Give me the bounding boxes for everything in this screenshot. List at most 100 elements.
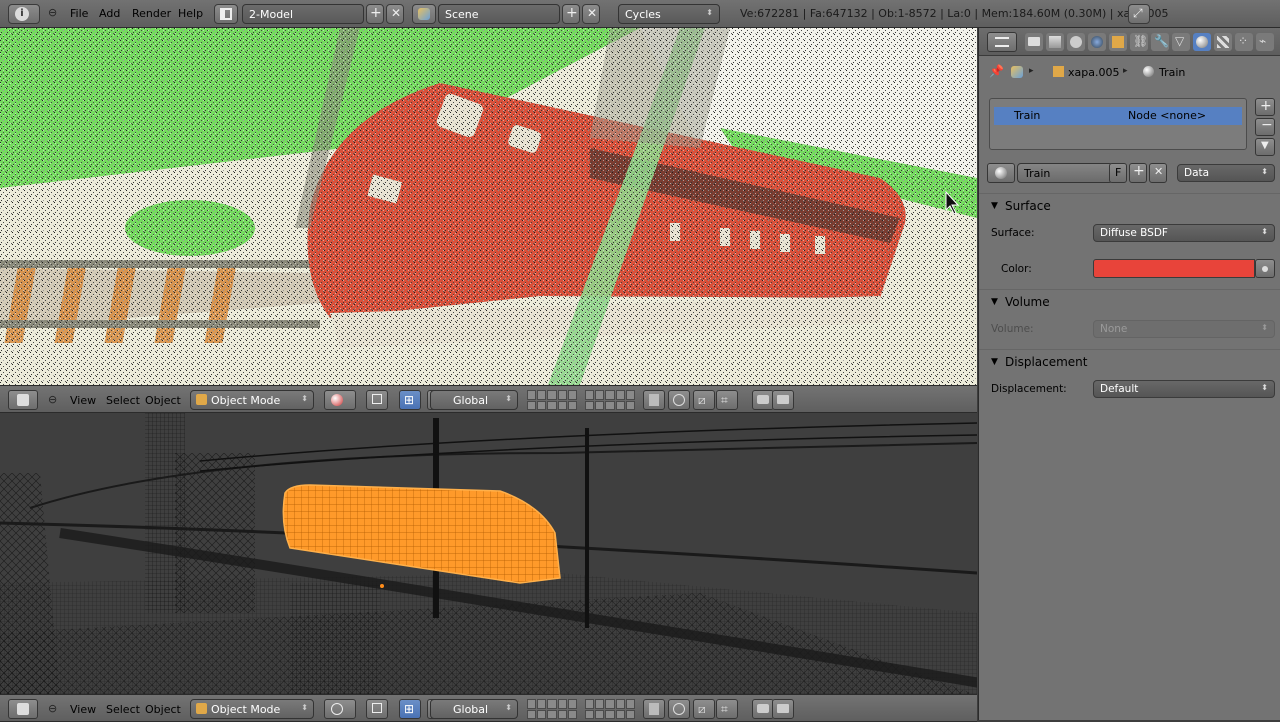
tab-data[interactable]: ▽ <box>1172 33 1190 51</box>
screen-layout-icon-button[interactable] <box>214 4 238 24</box>
proportional-edit-button[interactable] <box>668 699 690 719</box>
menu-help[interactable]: Help <box>178 7 203 20</box>
layer-buttons-group-2[interactable] <box>585 390 635 410</box>
mode-select[interactable]: Object Mode ⬍ <box>190 699 314 719</box>
unlink-material-button[interactable]: ✕ <box>1149 163 1167 183</box>
menu-object[interactable]: Object <box>145 394 181 407</box>
snap-element-button[interactable]: ⌗ <box>716 390 738 410</box>
render-opengl-button[interactable] <box>752 699 774 719</box>
pivot-point-button[interactable] <box>366 699 388 719</box>
tab-physics[interactable]: ⌁ <box>1256 33 1274 51</box>
editor-type-properties-button[interactable] <box>987 32 1017 52</box>
manipulator-toggle[interactable]: ⊞ <box>399 390 421 410</box>
viewport-shading-button[interactable] <box>324 390 356 410</box>
mode-select[interactable]: Object Mode ⬍ <box>190 390 314 410</box>
menu-view[interactable]: View <box>70 394 96 407</box>
collapse-menu-icon[interactable]: ⊖ <box>48 393 57 406</box>
color-link-button[interactable] <box>1255 259 1275 278</box>
menu-render[interactable]: Render <box>132 7 171 20</box>
add-scene-button[interactable]: + <box>562 4 580 24</box>
remove-material-slot-button[interactable]: − <box>1255 117 1275 136</box>
tab-scene[interactable] <box>1067 33 1085 51</box>
collapse-menu-icon[interactable]: ⊖ <box>48 702 57 715</box>
new-material-button[interactable]: + <box>1129 163 1147 183</box>
menu-select[interactable]: Select <box>106 394 140 407</box>
tab-particles[interactable]: ⁘ <box>1235 33 1253 51</box>
material-slot-item[interactable]: Train Node <none> <box>994 107 1242 125</box>
add-layout-button[interactable]: + <box>366 4 384 24</box>
tab-texture[interactable] <box>1214 33 1232 51</box>
render-opengl-button[interactable] <box>752 390 774 410</box>
material-name-field[interactable]: Train <box>1017 163 1113 183</box>
breadcrumb-arrow-icon: ▸ <box>1029 66 1034 76</box>
tab-object[interactable] <box>1109 33 1127 51</box>
material-link-select[interactable]: Data ⬍ <box>1177 164 1275 182</box>
wireframe-viewport[interactable] <box>0 413 977 695</box>
volume-section-title: Volume <box>1005 295 1050 309</box>
editor-type-button[interactable]: i <box>8 4 40 24</box>
tab-constraints[interactable]: ⛓ <box>1130 33 1148 51</box>
browse-material-button[interactable] <box>987 163 1015 183</box>
fake-user-toggle[interactable]: F <box>1109 163 1127 183</box>
material-slot-list[interactable]: Train Node <none> <box>989 98 1247 150</box>
menu-select[interactable]: Select <box>106 703 140 716</box>
tab-world[interactable] <box>1088 33 1106 51</box>
color-swatch[interactable] <box>1093 259 1255 278</box>
material-specials-button[interactable]: ▼ <box>1255 138 1275 156</box>
menu-file[interactable]: File <box>70 7 88 20</box>
layer-buttons-group-1[interactable] <box>527 390 577 410</box>
scene-breadcrumb-icon <box>1011 66 1023 78</box>
camera-icon <box>757 704 769 713</box>
surface-shader-select[interactable]: Diffuse BSDF ⬍ <box>1093 224 1275 242</box>
layer-buttons-group-1[interactable] <box>527 699 577 719</box>
render-engine-select[interactable]: Cycles ⬍ <box>618 4 720 24</box>
manipulator-toggle[interactable]: ⊞ <box>399 699 421 719</box>
volume-panel-header[interactable]: ▼ Volume <box>979 289 1280 313</box>
viewport-shading-button[interactable] <box>324 699 356 719</box>
lock-layers-button[interactable] <box>643 699 665 719</box>
collapse-menu-icon[interactable]: ⊖ <box>48 6 57 19</box>
tab-render-layers[interactable] <box>1046 33 1064 51</box>
snap-toggle-button[interactable]: ⧄ <box>693 699 715 719</box>
lock-layers-button[interactable] <box>643 390 665 410</box>
tab-modifiers[interactable]: 🔧 <box>1151 33 1169 51</box>
scene-icon-button[interactable] <box>412 4 436 24</box>
surface-panel-header[interactable]: ▼ Surface <box>979 193 1280 217</box>
render-animation-button[interactable] <box>772 390 794 410</box>
displacement-value: Default <box>1100 383 1139 395</box>
screen-layout-field[interactable]: 2-Model <box>242 4 364 24</box>
tab-material[interactable] <box>1193 33 1211 51</box>
pivot-point-button[interactable] <box>366 390 388 410</box>
snap-grid-icon: ⌗ <box>721 702 728 716</box>
displacement-panel-header[interactable]: ▼ Displacement <box>979 349 1280 373</box>
snap-toggle-button[interactable]: ⧄ <box>693 390 715 410</box>
remove-scene-button[interactable]: ✕ <box>582 4 600 24</box>
scene-field[interactable]: Scene <box>438 4 560 24</box>
rendered-viewport[interactable] <box>0 28 977 385</box>
fullscreen-button[interactable]: ⤢ <box>1128 4 1150 24</box>
proportional-edit-button[interactable] <box>668 390 690 410</box>
transform-orientation-select[interactable]: Global ⬍ <box>430 699 518 719</box>
editor-type-3d-button[interactable] <box>8 390 38 410</box>
pin-icon[interactable]: 📌 <box>989 64 1004 78</box>
editor-type-3d-button[interactable] <box>8 699 38 719</box>
add-material-slot-button[interactable]: + <box>1255 98 1275 116</box>
dropdown-arrow-icon: ⬍ <box>301 394 308 403</box>
wireframe-shading-icon <box>331 703 343 715</box>
snap-element-button[interactable]: ⌗ <box>716 699 738 719</box>
tab-render[interactable] <box>1025 33 1043 51</box>
render-animation-button[interactable] <box>772 699 794 719</box>
volume-shader-select[interactable]: None ⬍ <box>1093 320 1275 338</box>
slot-node-label: Node <none> <box>1128 109 1207 122</box>
color-label: Color: <box>1001 263 1032 275</box>
transform-orientation-select[interactable]: Global ⬍ <box>430 390 518 410</box>
menu-object[interactable]: Object <box>145 703 181 716</box>
layer-buttons-group-2[interactable] <box>585 699 635 719</box>
menu-add[interactable]: Add <box>99 7 120 20</box>
displacement-select[interactable]: Default ⬍ <box>1093 380 1275 398</box>
remove-layout-button[interactable]: ✕ <box>386 4 404 24</box>
menu-view[interactable]: View <box>70 703 96 716</box>
physics-icon: ⌁ <box>1259 34 1267 48</box>
constraints-icon: ⛓ <box>1133 34 1149 48</box>
manipulator-icon: ⊞ <box>404 702 415 716</box>
